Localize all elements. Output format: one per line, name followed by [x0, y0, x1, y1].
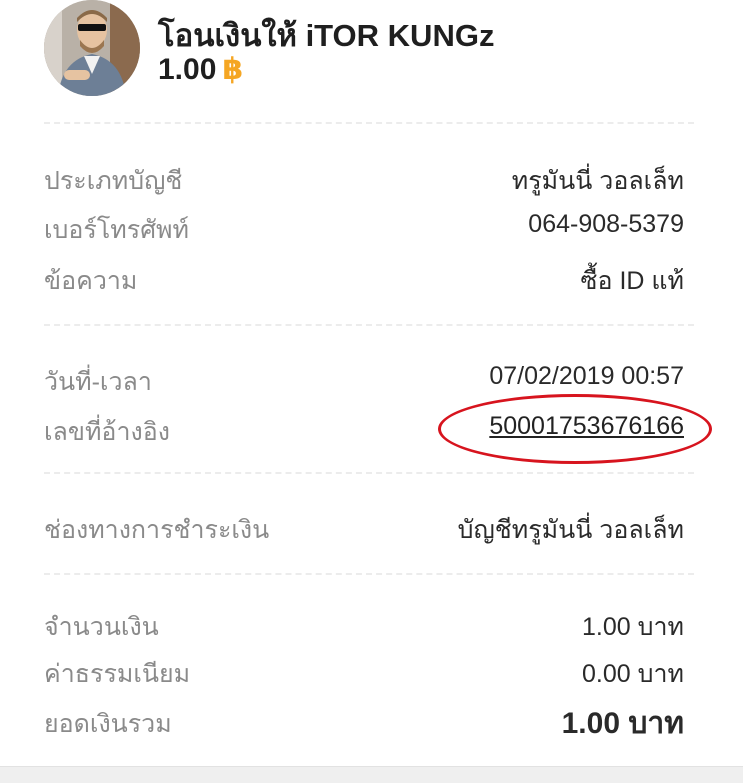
amount-value: 1.00 บาท — [582, 613, 684, 641]
amount-label: จำนวนเงิน — [44, 613, 159, 641]
account-type-row: ประเภทบัญชี ทรูมันนี่ วอลเล็ท — [44, 161, 684, 195]
payment-channel-value: บัญชีทรูมันนี่ วอลเล็ท — [457, 516, 684, 544]
total-label: ยอดเงินรวม — [44, 710, 172, 738]
account-type-label: ประเภทบัญชี — [44, 167, 183, 195]
phone-label: เบอร์โทรศัพท์ — [44, 216, 190, 244]
message-row: ข้อความ ซื้อ ID แท้ — [44, 261, 684, 295]
section-divider — [44, 472, 694, 474]
phone-value: 064-908-5379 — [528, 210, 684, 238]
payment-channel-label: ช่องทางการชำระเงิน — [44, 516, 270, 544]
phone-row: เบอร์โทรศัพท์ 064-908-5379 — [44, 210, 684, 244]
recipient-avatar — [44, 0, 140, 96]
bottom-bar — [0, 766, 743, 783]
datetime-row: วันที่-เวลา 07/02/2019 00:57 — [44, 362, 684, 396]
message-value: ซื้อ ID แท้ — [580, 267, 684, 295]
total-value: 1.00 บาท — [561, 707, 684, 740]
transfer-amount-value: 1.00 — [158, 53, 217, 86]
transfer-header: โอนเงินให้ iTOR KUNGz 1.00 ฿ — [0, 0, 743, 110]
fee-row: ค่าธรรมเนียม 0.00 บาท — [44, 654, 684, 688]
section-divider — [44, 122, 694, 124]
datetime-label: วันที่-เวลา — [44, 368, 152, 396]
datetime-value: 07/02/2019 00:57 — [489, 362, 684, 390]
person-photo-icon — [44, 0, 140, 96]
total-row: ยอดเงินรวม 1.00 บาท — [44, 704, 684, 740]
section-divider — [44, 573, 694, 575]
transfer-amount: 1.00 ฿ — [158, 52, 243, 87]
account-type-value: ทรูมันนี่ วอลเล็ท — [511, 167, 684, 195]
fee-value: 0.00 บาท — [582, 660, 684, 688]
section-divider — [44, 324, 694, 326]
red-highlight-circle — [438, 394, 712, 464]
amount-row: จำนวนเงิน 1.00 บาท — [44, 607, 684, 641]
message-label: ข้อความ — [44, 267, 138, 295]
fee-label: ค่าธรรมเนียม — [44, 660, 191, 688]
payment-channel-row: ช่องทางการชำระเงิน บัญชีทรูมันนี่ วอลเล็… — [44, 510, 684, 544]
baht-currency-icon: ฿ — [222, 53, 244, 86]
reference-label: เลขที่อ้างอิง — [44, 418, 170, 446]
